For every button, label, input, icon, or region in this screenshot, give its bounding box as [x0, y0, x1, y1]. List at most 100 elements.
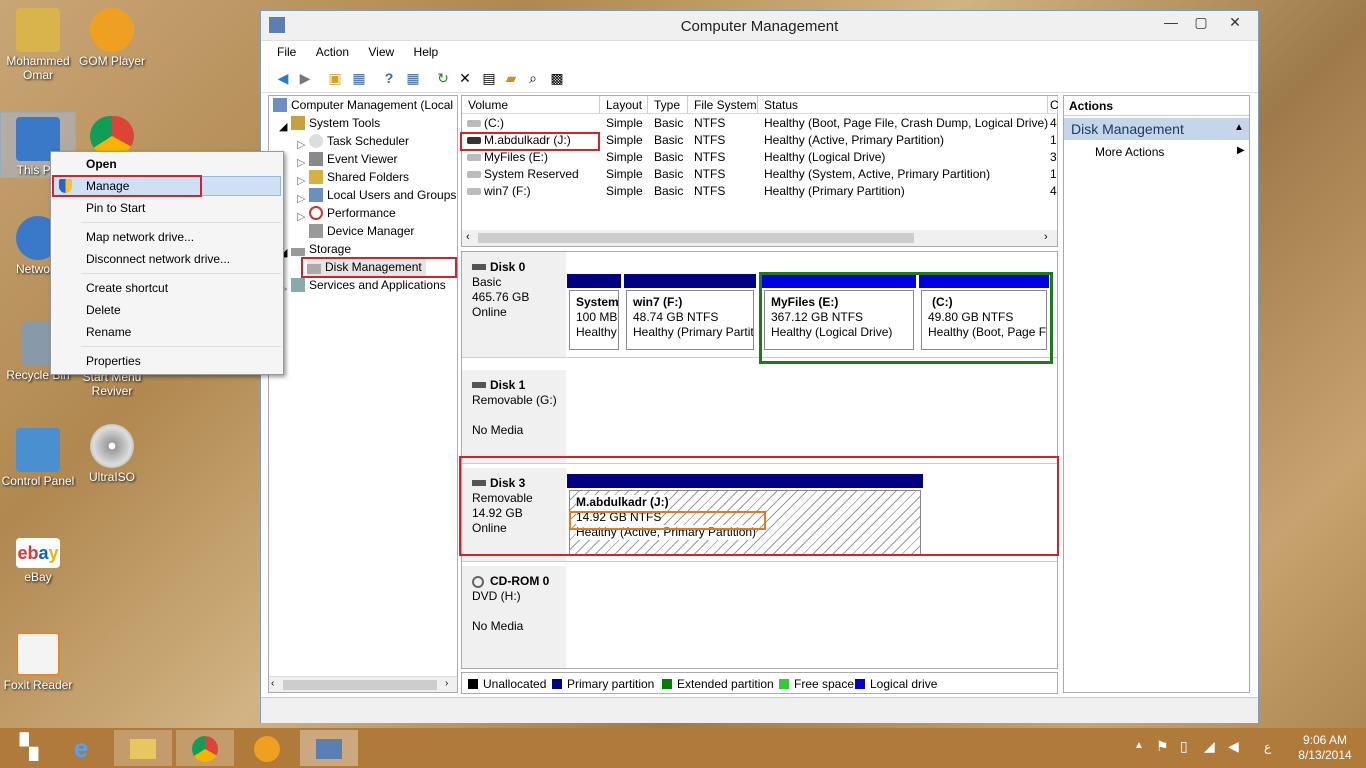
title-bar[interactable]: Computer Management — ▢ ✕	[261, 11, 1258, 41]
computer-management-taskbar-icon[interactable]	[300, 730, 358, 766]
tree-item-device-manager[interactable]: Device Manager	[309, 222, 414, 240]
cell-volume: System Reserved	[484, 167, 579, 181]
desktop-icon-control-panel[interactable]: Control Panel	[0, 428, 76, 488]
input-language[interactable]: ع	[1264, 740, 1271, 754]
menu-item-disconnect-network-drive[interactable]: Disconnect network drive...	[86, 249, 230, 269]
menu-item-properties[interactable]: Properties	[86, 351, 141, 371]
show-hidden-icons-icon[interactable]: ▲	[1134, 740, 1144, 751]
scroll-right-icon[interactable]: ›	[1044, 231, 1048, 243]
volume-horizontal-scrollbar[interactable]: ‹ ›	[462, 230, 1057, 246]
table-row[interactable]: (C:) Simple Basic NTFS Healthy (Boot, Page F…	[462, 115, 1057, 132]
start-button-icon[interactable]: ▚	[0, 730, 58, 766]
table-row[interactable]: MyFiles (E:) Simple Basic NTFS Healthy (Logi…	[462, 149, 1057, 166]
menu-file[interactable]: File	[269, 42, 304, 62]
cell-layout: Simple	[606, 150, 643, 164]
collapse-arrow-icon[interactable]: ▷	[297, 210, 305, 224]
column-header-status[interactable]: Status	[758, 96, 1048, 114]
gom-player-taskbar-icon[interactable]	[238, 730, 296, 766]
console-icon[interactable]: ▦	[403, 68, 423, 88]
tree-item-event-viewer[interactable]: ▷ Event Viewer	[297, 150, 397, 169]
column-header-type[interactable]: Type	[648, 96, 688, 114]
close-button[interactable]: ✕	[1214, 11, 1256, 33]
menu-item-pin-to-start[interactable]: Pin to Start	[86, 198, 145, 218]
menu-bar: File Action View Help	[261, 42, 1258, 64]
properties-icon[interactable]: ▤	[479, 68, 499, 88]
flag-icon[interactable]: ⚑	[1156, 738, 1169, 755]
scroll-thumb[interactable]	[478, 233, 914, 243]
tree-item-shared-folders[interactable]: ▷ Shared Folders	[297, 168, 409, 187]
search-icon[interactable]: ⌕	[523, 68, 543, 88]
expand-arrow-icon[interactable]: ◢	[279, 120, 287, 134]
partition-system[interactable]: System 100 MB Healthy	[569, 290, 619, 350]
settings-icon[interactable]: ▩	[547, 68, 567, 88]
menu-item-delete[interactable]: Delete	[86, 300, 121, 320]
cell-status: Healthy (Primary Partition)	[764, 184, 905, 198]
tree-item-task-scheduler[interactable]: ▷ Task Scheduler	[297, 132, 409, 151]
forward-arrow-icon[interactable]: ▶	[295, 68, 315, 88]
help-icon[interactable]: ?	[379, 68, 399, 88]
maximize-button[interactable]: ▢	[1186, 11, 1216, 33]
disk-1-drive-icon	[472, 382, 486, 388]
open-folder-icon[interactable]: ▰	[501, 68, 521, 88]
partition-win7-status: Healthy (Primary Partit	[633, 325, 754, 339]
menu-item-map-network-drive[interactable]: Map network drive...	[86, 227, 194, 247]
menu-view[interactable]: View	[360, 42, 402, 62]
network-signal-icon[interactable]: ◢	[1204, 738, 1215, 755]
menu-item-open[interactable]: Open	[86, 154, 117, 174]
refresh-icon[interactable]: ↻	[433, 68, 453, 88]
more-actions-item[interactable]: More Actions ▶	[1064, 144, 1249, 162]
table-row[interactable]: System Reserved Simple Basic NTFS Healthy (S…	[462, 166, 1057, 183]
disk-0-drive-icon	[472, 264, 486, 270]
chrome-icon[interactable]	[90, 116, 134, 156]
tree-item-local-users[interactable]: ▷ Local Users and Groups	[297, 186, 456, 205]
cell-layout: Simple	[606, 116, 643, 130]
tree-item-computer-management[interactable]: Computer Management (Local	[273, 96, 453, 114]
desktop-icon-gom-player[interactable]: GOM Player	[74, 8, 150, 68]
tree-item-services-applications[interactable]: ▷Services and Applications	[279, 276, 446, 295]
back-arrow-icon[interactable]: ◀	[273, 68, 293, 88]
desktop-icon-user[interactable]: Mohammed Omar	[0, 8, 76, 82]
chrome-taskbar-icon[interactable]	[176, 730, 234, 766]
menu-action[interactable]: Action	[308, 42, 357, 62]
power-icon[interactable]: ▯	[1180, 738, 1188, 755]
show-tree-icon[interactable]: ▦	[349, 68, 369, 88]
partition-win7[interactable]: win7 (F:) 48.74 GB NTFS Healthy (Primary…	[626, 290, 754, 350]
scroll-left-icon[interactable]: ‹	[271, 678, 274, 689]
event-viewer-icon	[309, 152, 323, 166]
column-header-capacity[interactable]: C	[1048, 96, 1059, 114]
legend-swatch	[855, 679, 865, 689]
clock[interactable]: 9:06 AM 8/13/2014	[1290, 733, 1360, 763]
desktop-icon-ebay[interactable]: ebay eBay	[0, 538, 76, 584]
cell-status: Healthy (Boot, Page File, Crash Dump, Lo…	[764, 116, 1048, 130]
up-folder-icon[interactable]: ▣	[325, 68, 345, 88]
desktop-icon-ultraiso[interactable]: UltraISO	[74, 424, 150, 484]
legend-logical: Logical drive	[855, 677, 937, 691]
minimize-button[interactable]: —	[1156, 11, 1186, 33]
computer-management-icon	[273, 98, 287, 112]
drive-icon	[467, 154, 481, 161]
menu-item-rename[interactable]: Rename	[86, 322, 131, 342]
desktop-icon-foxit-reader[interactable]: Foxit Reader	[0, 632, 76, 692]
column-header-volume[interactable]: Volume	[462, 96, 600, 114]
tree-item-storage[interactable]: ◢Storage	[279, 240, 351, 259]
tree-horizontal-scrollbar[interactable]: ‹ ›	[269, 676, 457, 692]
scroll-left-icon[interactable]: ‹	[466, 231, 470, 243]
scroll-thumb[interactable]	[283, 680, 437, 690]
file-explorer-icon[interactable]	[114, 730, 172, 766]
internet-explorer-icon[interactable]: e	[52, 730, 110, 766]
collapse-up-icon[interactable]: ▲	[1234, 122, 1244, 133]
extended-partition-border	[759, 272, 1053, 364]
actions-section-disk-management[interactable]: Disk Management ▲	[1064, 118, 1249, 140]
delete-icon[interactable]: ✕	[455, 68, 475, 88]
volume-icon[interactable]: ◀	[1228, 738, 1239, 755]
menu-item-create-shortcut[interactable]: Create shortcut	[86, 278, 168, 298]
table-row[interactable]: win7 (F:) Simple Basic NTFS Healthy (Primary…	[462, 183, 1057, 200]
cell-type: Basic	[654, 116, 684, 130]
disk-1-type: Removable (G:)	[472, 393, 557, 407]
tree-item-system-tools[interactable]: ◢ System Tools	[279, 114, 380, 134]
column-header-layout[interactable]: Layout	[600, 96, 648, 114]
column-header-file-system[interactable]: File System	[688, 96, 758, 114]
menu-help[interactable]: Help	[406, 42, 447, 62]
tree-item-performance[interactable]: ▷ Performance	[297, 204, 396, 224]
scroll-right-icon[interactable]: ›	[445, 678, 448, 689]
